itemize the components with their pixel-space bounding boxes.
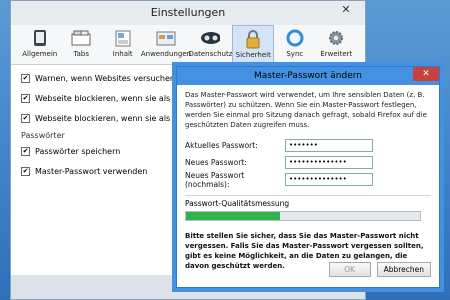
quality-meter-fill [186,212,280,220]
tab-sync[interactable]: Sync [274,25,315,65]
dialog-titlebar: Master-Passwort ändern ✕ [177,67,439,85]
settings-close-button[interactable]: ✕ [333,1,359,19]
checkbox-checked-icon[interactable]: ✔ [21,166,30,176]
tab-erweitert[interactable]: Erweitert [316,25,357,65]
master-password-dialog: Master-Passwort ändern ✕ Das Master-Pass… [176,66,440,288]
tab-label: Erweitert [320,50,353,58]
tab-sicherheit[interactable]: Sicherheit [232,25,275,65]
dialog-ok-button[interactable]: OK [328,262,371,277]
sync-icon [285,28,305,48]
settings-title: Einstellungen [150,6,226,19]
advanced-gear-icon [326,28,346,48]
quality-label: Passwort-Qualitätsmessung [185,199,290,208]
dialog-body: Das Master-Passwort wird verwendet, um I… [177,85,439,276]
dialog-buttons: OK Abbrechen [328,262,431,277]
new-password-row: Neues Passwort: •••••••••••••• [185,155,431,170]
current-password-input[interactable]: ••••••• [285,139,373,152]
quality-meter-section: Passwort-Qualitätsmessung [185,195,431,221]
tab-datenschutz[interactable]: Datenschutz [188,25,232,65]
applications-icon [156,28,176,48]
tab-label: Allgemein [22,50,58,58]
field-label: Neues Passwort (nochmals): [185,170,245,189]
general-icon [30,28,50,48]
settings-titlebar: Einstellungen ✕ [11,1,365,25]
checkbox-checked-icon[interactable]: ✔ [21,93,30,103]
option-label: Passwörter speichern [35,146,121,156]
tab-tabs[interactable]: Tabs [60,25,101,65]
security-lock-icon [243,29,263,49]
tab-label: Tabs [73,50,89,58]
checkbox-checked-icon[interactable]: ✔ [21,146,30,156]
field-label: Neues Passwort: [185,158,247,167]
tab-label: Anwendungen [140,50,192,58]
tab-label: Datenschutz [188,50,233,58]
option-label: Master-Passwort verwenden [35,166,148,176]
checkbox-checked-icon[interactable]: ✔ [21,73,30,83]
tab-label: Sync [286,50,304,58]
dialog-close-button[interactable]: ✕ [413,67,439,81]
new-password-input[interactable]: •••••••••••••• [285,156,373,169]
settings-toolbar: Allgemein Tabs Inhalt Anwendungen Datens… [11,25,365,65]
tab-label: Inhalt [112,50,133,58]
confirm-password-row: Neues Passwort (nochmals): •••••••••••••… [185,170,431,189]
password-fields: Aktuelles Passwort: ••••••• Neues Passwo… [185,138,431,189]
privacy-icon [200,28,221,48]
dialog-cancel-button[interactable]: Abbrechen [376,262,431,277]
tab-inhalt[interactable]: Inhalt [102,25,143,65]
tab-label: Sicherheit [235,51,271,59]
tab-anwendungen[interactable]: Anwendungen [140,25,192,65]
confirm-password-input[interactable]: •••••••••••••• [285,173,373,186]
content-icon [113,28,133,48]
field-label: Aktuelles Passwort: [185,141,258,150]
checkbox-checked-icon[interactable]: ✔ [21,113,30,123]
current-password-row: Aktuelles Passwort: ••••••• [185,138,431,153]
tabs-icon [71,28,91,48]
dialog-title: Master-Passwort ändern [254,71,362,81]
tab-allgemein[interactable]: Allgemein [19,25,60,65]
dialog-description: Das Master-Passwort wird verwendet, um I… [185,91,427,129]
quality-meter [185,211,421,221]
